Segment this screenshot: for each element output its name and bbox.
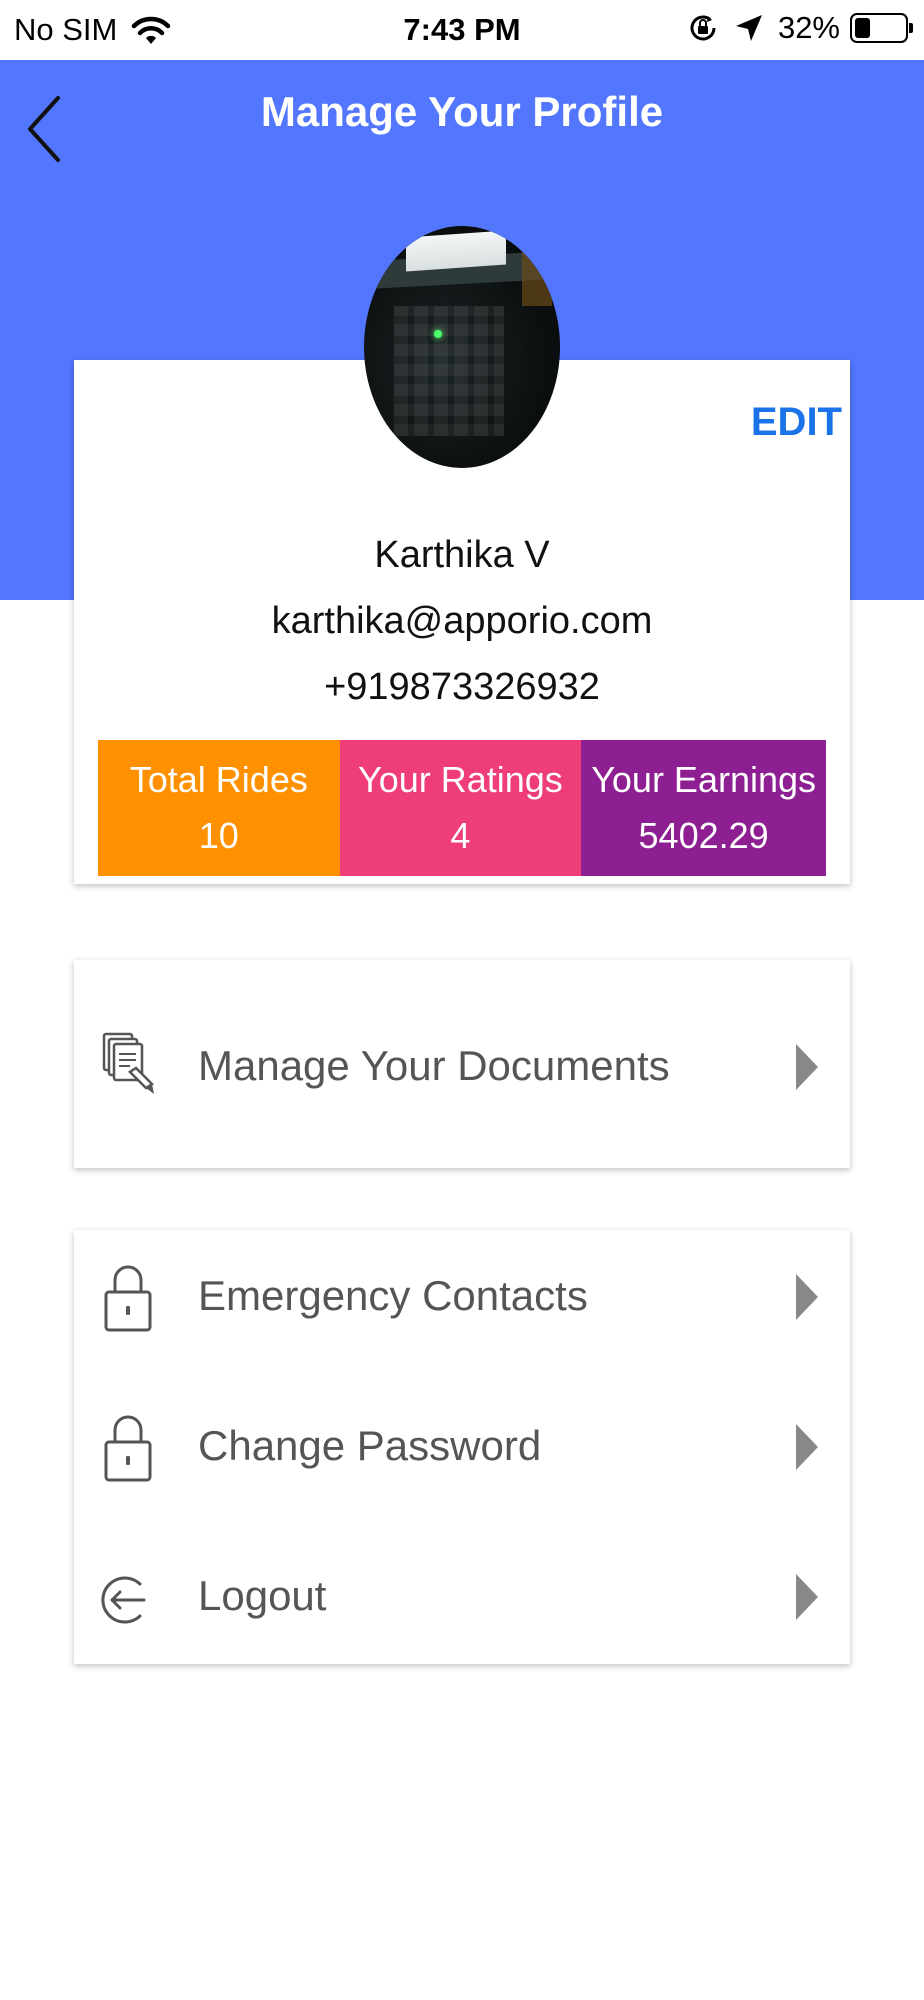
menu-label-documents: Manage Your Documents [198,1042,670,1089]
profile-email: karthika@apporio.com [271,600,653,642]
stat-total-rides: Total Rides 10 [98,740,340,876]
stat-value: 5402.29 [638,815,769,856]
documents-icon [102,1032,154,1094]
menu-label-logout: Logout [198,1572,327,1619]
chevron-right-icon [796,1424,818,1470]
menu-item-change-password[interactable]: Change Password [74,1380,850,1530]
chevron-right-icon [796,1274,818,1320]
battery-percent: 32% [777,10,840,45]
menu-label-emergency-contacts: Emergency Contacts [198,1272,588,1319]
avatar-photo-detail [522,246,552,306]
settings-card: Emergency Contacts Change Password Logou… [74,1230,850,1664]
status-right: 32% [686,10,913,46]
lock-icon [104,1415,152,1482]
menu-item-documents[interactable]: Manage Your Documents [74,992,850,1142]
battery-fill [855,18,870,38]
avatar-photo-keys [394,306,504,436]
menu-label-change-password: Change Password [198,1422,542,1469]
edit-button[interactable]: EDIT [751,400,842,445]
stats-bar: Total Rides 10 Your Ratings 4 Your Earni… [98,740,827,876]
avatar[interactable] [364,226,560,468]
page-title: Manage Your Profile [260,88,664,135]
stat-label: Your Ratings [357,759,563,800]
menu-item-logout[interactable]: Logout [74,1530,850,1680]
stat-your-earnings: Your Earnings 5402.29 [581,740,827,876]
location-arrow-icon [735,15,762,41]
rotation-lock-icon [690,15,716,41]
status-bar: No SIM 7:43 PM 32% [0,0,924,60]
avatar-photo-screen [406,230,506,272]
stat-label: Your Earnings [591,759,817,800]
chevron-right-icon [796,1044,818,1090]
avatar-photo-led [434,330,442,338]
documents-card: Manage Your Documents [74,960,850,1168]
stat-your-ratings: Your Ratings 4 [339,740,582,876]
logout-icon [101,1576,146,1624]
lock-icon [104,1265,152,1332]
profile-phone: +919873326932 [324,666,600,708]
stat-value: 10 [198,815,239,856]
stat-value: 4 [450,815,471,856]
stat-label: Total Rides [129,759,308,800]
chevron-right-icon [796,1574,818,1620]
menu-item-emergency-contacts[interactable]: Emergency Contacts [74,1230,850,1380]
profile-name: Karthika V [374,534,550,576]
battery-icon [850,13,913,43]
